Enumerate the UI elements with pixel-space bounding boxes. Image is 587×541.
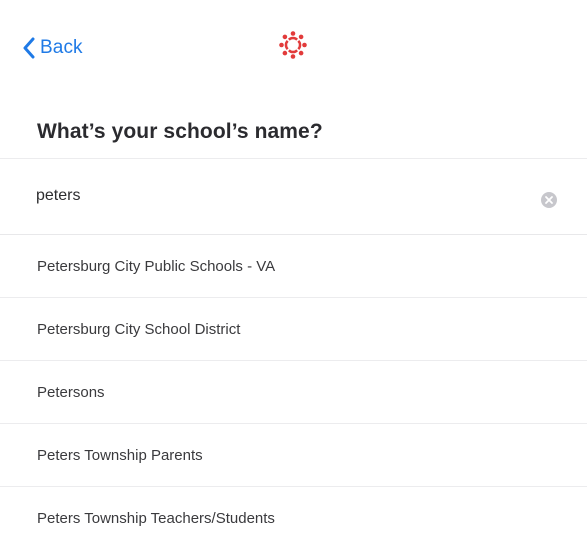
list-item-label: Petersburg City Public Schools - VA (37, 258, 276, 275)
back-button-label: Back (40, 37, 83, 58)
list-item-label: Petersburg City School District (37, 321, 241, 338)
navigation-bar: Back (0, 0, 587, 81)
school-search-input[interactable] (36, 183, 506, 209)
title-section: What’s your school’s name? (0, 80, 587, 159)
clear-icon[interactable] (540, 191, 558, 209)
list-item[interactable]: Peters Township Parents (0, 424, 587, 487)
search-row (0, 159, 587, 235)
list-item-label: Peters Township Teachers/Students (37, 510, 275, 527)
back-button[interactable]: Back (22, 37, 83, 59)
list-item[interactable]: Petersburg City School District (0, 298, 587, 361)
list-item-label: Petersons (37, 384, 105, 401)
list-item[interactable]: Petersburg City Public Schools - VA (0, 235, 587, 298)
list-item-label: Peters Township Parents (37, 447, 203, 464)
page-title: What’s your school’s name? (37, 120, 323, 143)
app-screen: Back What’s your school’s name? peters P… (0, 0, 587, 541)
chevron-left-icon (23, 37, 35, 59)
list-item[interactable]: Petersons (0, 361, 587, 424)
list-item[interactable]: Peters Township Teachers/Students (0, 487, 587, 541)
search-results-list: Petersburg City Public Schools - VA Pete… (0, 235, 587, 541)
canvas-logo-icon (279, 31, 307, 59)
